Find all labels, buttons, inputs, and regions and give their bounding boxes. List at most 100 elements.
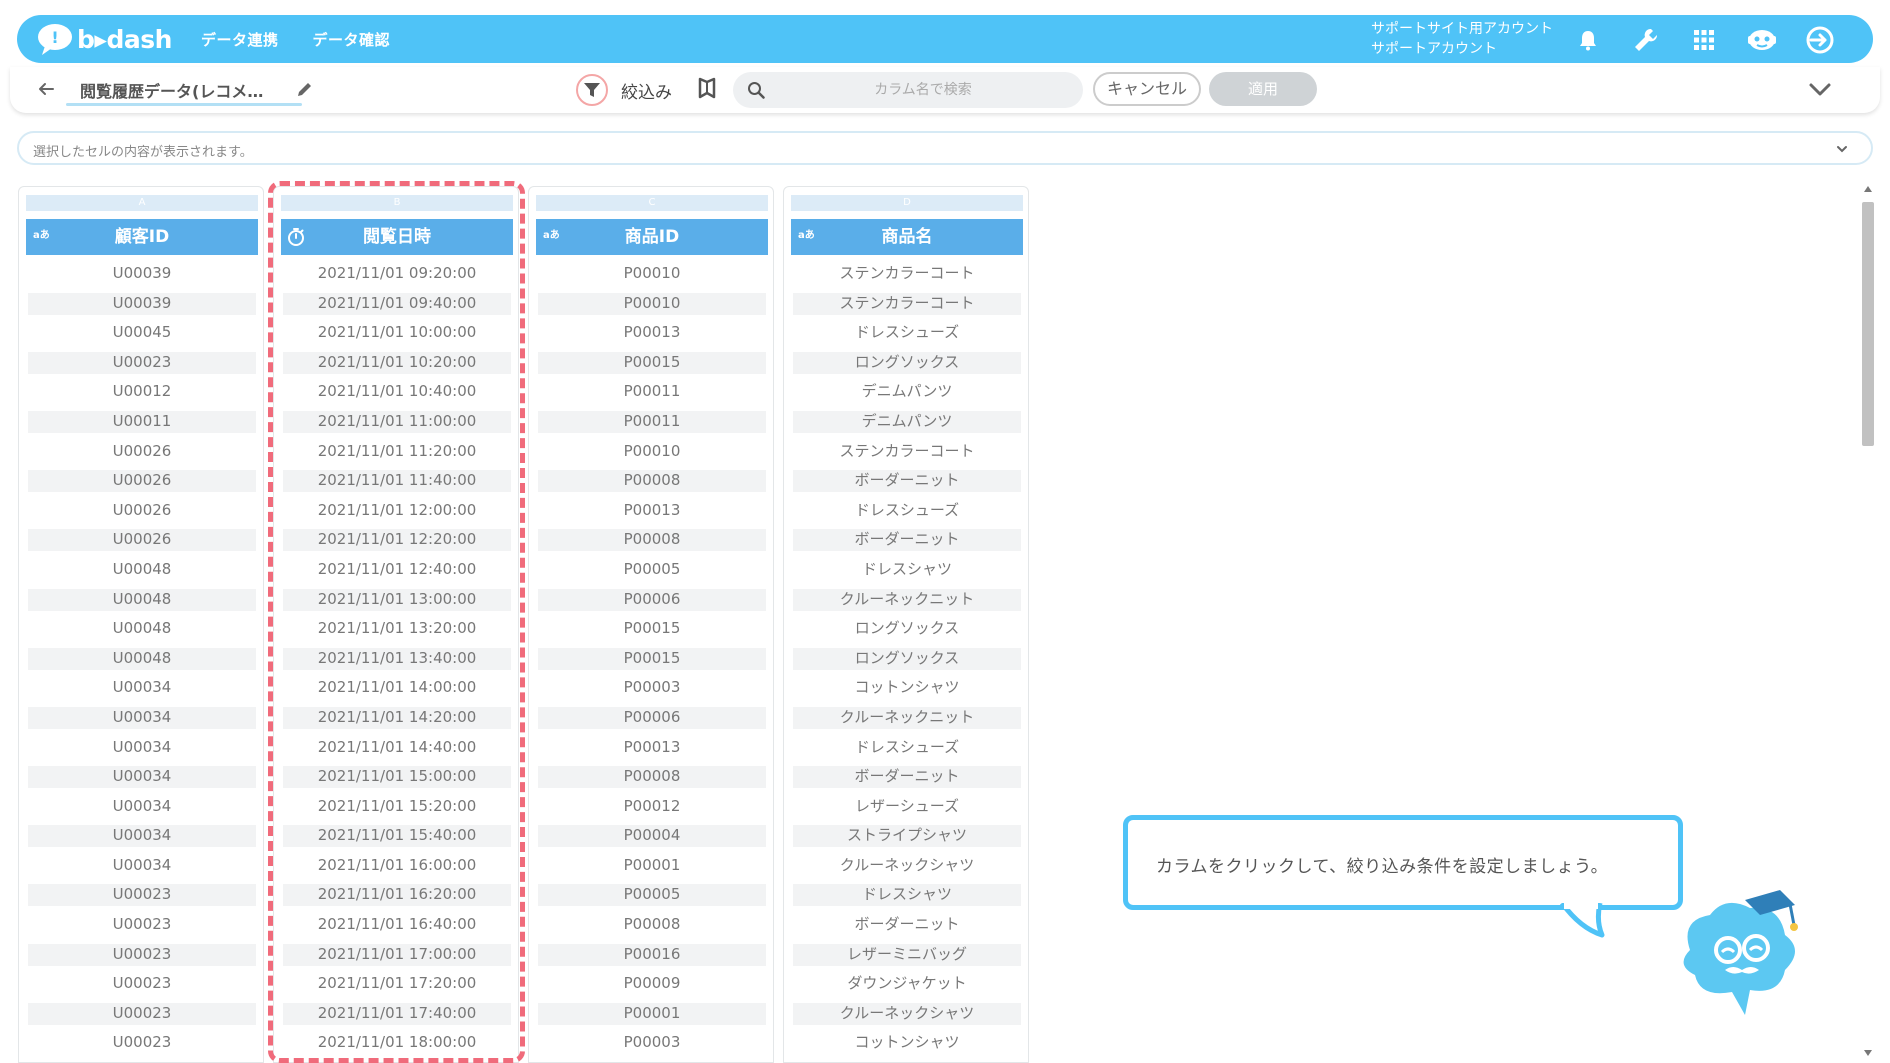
table-cell[interactable]: U00048 <box>28 585 256 615</box>
table-cell[interactable]: 2021/11/01 12:00:00 <box>283 496 511 526</box>
table-cell[interactable]: P00013 <box>538 496 766 526</box>
table-cell[interactable]: U00023 <box>28 910 256 940</box>
table-cell[interactable]: 2021/11/01 11:00:00 <box>283 407 511 437</box>
table-cell[interactable]: P00010 <box>538 259 766 289</box>
table-cell[interactable]: U00026 <box>28 466 256 496</box>
table-cell[interactable]: P00015 <box>538 644 766 674</box>
grid-apps-icon[interactable] <box>1687 23 1721 57</box>
column-a[interactable]: A aあ 顧客ID U00039 U00039 U00045 U00023 U00012… <box>18 186 264 1063</box>
table-cell[interactable]: 2021/11/01 13:20:00 <box>283 614 511 644</box>
table-cell[interactable]: U00023 <box>28 1028 256 1058</box>
table-cell[interactable]: 2021/11/01 13:00:00 <box>283 585 511 615</box>
table-cell[interactable]: U00034 <box>28 733 256 763</box>
table-cell[interactable]: P00009 <box>538 969 766 999</box>
table-cell[interactable]: U00039 <box>28 289 256 319</box>
table-cell[interactable]: ボーダーニット <box>793 910 1021 940</box>
table-cell[interactable]: レザーミニバッグ <box>793 940 1021 970</box>
table-cell[interactable]: 2021/11/01 15:40:00 <box>283 821 511 851</box>
table-cell[interactable]: ロングソックス <box>793 614 1021 644</box>
table-cell[interactable]: 2021/11/01 12:20:00 <box>283 525 511 555</box>
table-cell[interactable]: P00010 <box>538 289 766 319</box>
table-cell[interactable]: ボーダーニット <box>793 525 1021 555</box>
table-cell[interactable]: P00013 <box>538 318 766 348</box>
table-cell[interactable]: 2021/11/01 15:00:00 <box>283 762 511 792</box>
search-input[interactable] <box>773 72 1073 108</box>
table-cell[interactable]: 2021/11/01 11:20:00 <box>283 437 511 467</box>
table-cell[interactable]: 2021/11/01 10:20:00 <box>283 348 511 378</box>
table-cell[interactable]: P00012 <box>538 792 766 822</box>
table-cell[interactable]: ドレスシューズ <box>793 496 1021 526</box>
table-cell[interactable]: ステンカラーコート <box>793 289 1021 319</box>
scroll-up-arrow-icon[interactable] <box>1864 186 1872 192</box>
table-cell[interactable]: コットンシャツ <box>793 673 1021 703</box>
table-cell[interactable]: U00011 <box>28 407 256 437</box>
table-cell[interactable]: ダウンジャケット <box>793 969 1021 999</box>
column-b[interactable]: B 閲覧日時 2021/11/01 09:20:00 2021/11/01 09:… <box>273 186 519 1063</box>
table-cell[interactable]: 2021/11/01 10:40:00 <box>283 377 511 407</box>
table-cell[interactable]: P00015 <box>538 614 766 644</box>
table-cell[interactable]: 2021/11/01 09:20:00 <box>283 259 511 289</box>
table-cell[interactable]: ロングソックス <box>793 644 1021 674</box>
column-d[interactable]: D aあ 商品名 ステンカラーコート ステンカラーコート ドレスシューズ ロングソック… <box>783 186 1029 1063</box>
table-cell[interactable]: U00048 <box>28 644 256 674</box>
table-cell[interactable]: U00045 <box>28 318 256 348</box>
vertical-scrollbar[interactable] <box>1860 184 1876 1063</box>
table-cell[interactable]: 2021/11/01 10:00:00 <box>283 318 511 348</box>
table-cell[interactable]: 2021/11/01 17:00:00 <box>283 940 511 970</box>
table-cell[interactable]: P00008 <box>538 762 766 792</box>
column-c[interactable]: C aあ 商品ID P00010 P00010 P00013 P00015 P00011… <box>528 186 774 1063</box>
bdash-logo[interactable]: ! b▸dash <box>35 22 185 56</box>
table-cell[interactable]: U00023 <box>28 880 256 910</box>
table-cell[interactable]: 2021/11/01 16:20:00 <box>283 880 511 910</box>
table-cell[interactable]: 2021/11/01 09:40:00 <box>283 289 511 319</box>
table-cell[interactable]: P00011 <box>538 377 766 407</box>
column-header[interactable]: 閲覧日時 <box>281 219 513 255</box>
table-cell[interactable]: 2021/11/01 14:40:00 <box>283 733 511 763</box>
table-cell[interactable]: U00034 <box>28 762 256 792</box>
table-cell[interactable]: U00026 <box>28 525 256 555</box>
table-cell[interactable]: レザーシューズ <box>793 792 1021 822</box>
table-cell[interactable]: ボーダーニット <box>793 466 1021 496</box>
table-cell[interactable]: クルーネックニット <box>793 703 1021 733</box>
account-info[interactable]: サポートサイト用アカウント サポートアカウント <box>1371 19 1553 59</box>
table-cell[interactable]: U00039 <box>28 259 256 289</box>
table-cell[interactable]: U00012 <box>28 377 256 407</box>
robot-icon[interactable] <box>1745 23 1779 57</box>
table-cell[interactable]: ストライプシャツ <box>793 821 1021 851</box>
table-cell[interactable]: P00003 <box>538 673 766 703</box>
table-cell[interactable]: 2021/11/01 11:40:00 <box>283 466 511 496</box>
nav-data-integration[interactable]: データ連携 <box>201 29 279 50</box>
expand-chevron-icon[interactable] <box>1835 142 1849 156</box>
wrench-icon[interactable] <box>1629 23 1663 57</box>
table-cell[interactable]: U00026 <box>28 437 256 467</box>
back-arrow-icon[interactable] <box>36 79 56 99</box>
table-cell[interactable]: ステンカラーコート <box>793 437 1021 467</box>
table-cell[interactable]: 2021/11/01 17:40:00 <box>283 999 511 1029</box>
table-cell[interactable]: P00013 <box>538 733 766 763</box>
table-cell[interactable]: クルーネックシャツ <box>793 851 1021 881</box>
table-cell[interactable]: P00005 <box>538 880 766 910</box>
bell-icon[interactable] <box>1571 23 1605 57</box>
table-cell[interactable]: ドレスシャツ <box>793 555 1021 585</box>
cell-content-bar[interactable]: 選択したセルの内容が表示されます。 <box>17 131 1873 165</box>
table-cell[interactable]: 2021/11/01 18:00:00 <box>283 1028 511 1058</box>
table-cell[interactable]: P00010 <box>538 437 766 467</box>
table-cell[interactable]: P00003 <box>538 1028 766 1058</box>
table-cell[interactable]: 2021/11/01 16:00:00 <box>283 851 511 881</box>
table-cell[interactable]: クルーネックシャツ <box>793 999 1021 1029</box>
bookmark-icon[interactable] <box>696 77 718 101</box>
column-header[interactable]: aあ 商品ID <box>536 219 768 255</box>
table-cell[interactable]: 2021/11/01 15:20:00 <box>283 792 511 822</box>
table-cell[interactable]: P00001 <box>538 999 766 1029</box>
table-cell[interactable]: P00016 <box>538 940 766 970</box>
table-cell[interactable]: U00034 <box>28 851 256 881</box>
table-cell[interactable]: U00023 <box>28 999 256 1029</box>
scroll-thumb[interactable] <box>1862 202 1874 446</box>
table-cell[interactable]: ドレスシューズ <box>793 733 1021 763</box>
apply-button[interactable]: 適用 <box>1209 72 1317 106</box>
table-cell[interactable]: P00015 <box>538 348 766 378</box>
filter-icon[interactable] <box>576 74 608 106</box>
table-cell[interactable]: 2021/11/01 14:20:00 <box>283 703 511 733</box>
table-cell[interactable]: 2021/11/01 16:40:00 <box>283 910 511 940</box>
filter-label[interactable]: 絞込み <box>621 78 672 103</box>
